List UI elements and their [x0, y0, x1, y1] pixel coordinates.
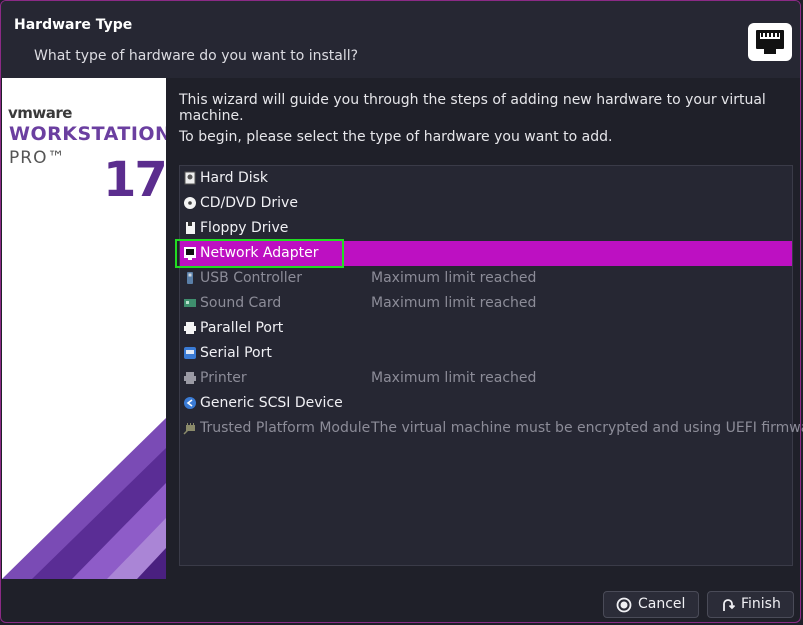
instruction-text: To begin, please select the type of hard… [179, 129, 613, 145]
list-item-floppy-drive[interactable]: Floppy Drive [180, 216, 792, 241]
printer-icon [184, 372, 196, 384]
list-item-label: CD/DVD Drive [200, 195, 298, 211]
list-item-label: Hard Disk [200, 170, 269, 186]
list-item-label: Trusted Platform Module [200, 420, 371, 436]
floppy-icon [186, 222, 195, 234]
list-item-label: Printer [200, 370, 247, 386]
list-item-label: USB Controller [200, 270, 303, 286]
parallel-port-icon [184, 322, 196, 334]
product-edition: PRO™ [9, 148, 66, 168]
list-item-usb-controller: USB Controller Maximum limit reached [180, 266, 792, 291]
finish-button[interactable]: Finish [707, 591, 794, 618]
dialog-header: Hardware Type What type of hardware do y… [1, 1, 800, 78]
list-item-label: Sound Card [200, 295, 282, 311]
scsi-icon [184, 397, 196, 409]
list-item-note: Maximum limit reached [371, 370, 537, 386]
list-item-label: Serial Port [200, 345, 272, 361]
cancel-label: Cancel [638, 596, 686, 612]
serial-port-icon [184, 347, 196, 359]
list-item-note: The virtual machine must be encrypted an… [371, 420, 803, 436]
hard-disk-icon [184, 171, 196, 185]
intro-text: This wizard will guide you through the s… [179, 92, 766, 124]
vmware-logo: vmware [8, 104, 72, 122]
selection-focus-outline [175, 239, 344, 268]
tpm-icon [183, 423, 195, 435]
list-item-label: Generic SCSI Device [200, 395, 343, 411]
finish-icon [723, 599, 736, 611]
hardware-type-list[interactable]: Hard Disk CD/DVD Drive Floppy Drive Netw… [179, 165, 803, 566]
product-name: WORKSTATION [9, 123, 166, 145]
network-adapter-icon [748, 23, 792, 61]
list-item-sound-card: Sound Card Maximum limit reached [180, 291, 792, 316]
dialog-title: Hardware Type [14, 17, 133, 33]
list-item-label: Parallel Port [200, 320, 284, 336]
list-item-cd-dvd-drive[interactable]: CD/DVD Drive [180, 191, 792, 216]
product-version: 17 [103, 152, 166, 208]
sound-card-icon [184, 299, 196, 307]
dialog-subtitle: What type of hardware do you want to ins… [34, 48, 359, 64]
list-item-parallel-port[interactable]: Parallel Port [180, 316, 792, 341]
branding-decoration [2, 418, 166, 579]
list-item-trusted-platform-module: Trusted Platform Module The virtual mach… [180, 416, 803, 441]
list-item-serial-port[interactable]: Serial Port [180, 341, 792, 366]
usb-icon [187, 272, 193, 284]
cancel-icon [616, 597, 632, 613]
cd-dvd-icon [184, 197, 196, 209]
finish-label: Finish [741, 596, 781, 612]
cancel-button[interactable]: Cancel [603, 591, 699, 618]
list-item-printer: Printer Maximum limit reached [180, 366, 792, 391]
list-item-note: Maximum limit reached [371, 295, 537, 311]
list-item-note: Maximum limit reached [371, 270, 537, 286]
list-item-hard-disk[interactable]: Hard Disk [180, 166, 792, 191]
list-item-label: Floppy Drive [200, 220, 289, 236]
list-item-generic-scsi-device[interactable]: Generic SCSI Device [180, 391, 792, 416]
branding-panel: vmware WORKSTATION PRO™ 17 [2, 78, 166, 579]
